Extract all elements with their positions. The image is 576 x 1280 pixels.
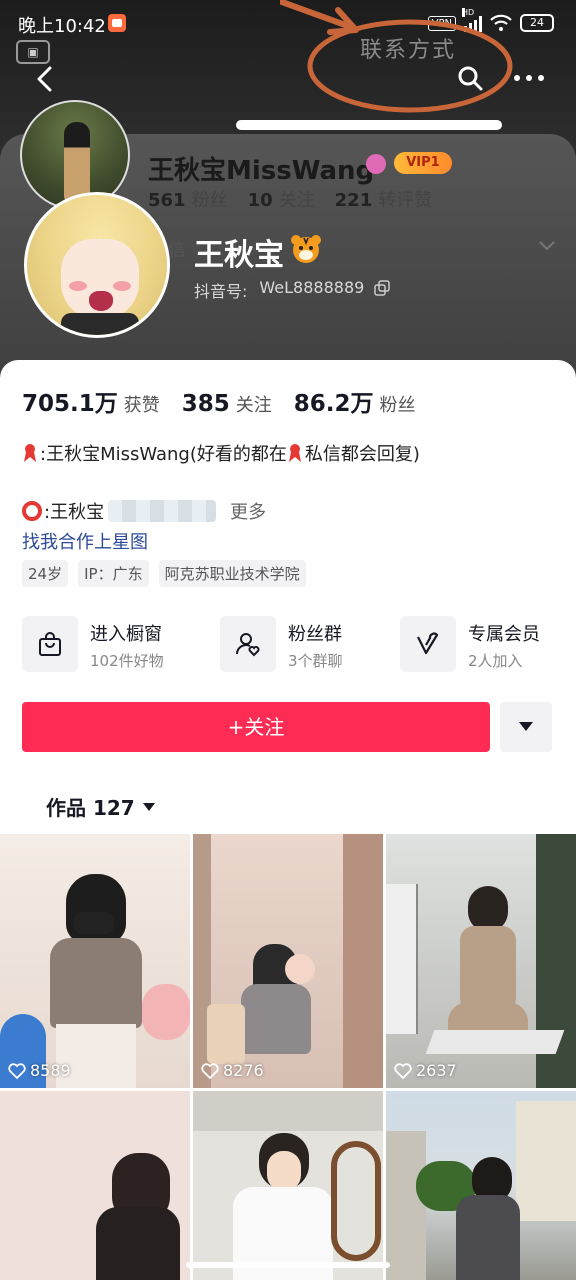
profile-header: 晚上10:42 VPN HD 24 ▣ 联系方式 王秋宝MissWang VIP… [0,0,576,380]
heart-icon [8,1062,26,1079]
vip-badge: VIP1 [394,152,452,174]
overlay-stat: 221 转评赞 [334,190,433,211]
tag-ip: IP：广东 [78,560,149,587]
bio-line: :王秋宝MissWang(好看的都在 私信都会回复) [22,440,420,466]
bio-text: :王秋宝MissWang(好看的都在 [40,444,287,465]
video-thumbnail[interactable] [0,1091,190,1280]
star-map-link[interactable]: 找我合作上星图 [22,528,148,554]
tab-works[interactable]: 作品 127 [46,792,155,821]
blurred-text [108,500,217,522]
ribbon-icon [288,444,301,462]
profile-name: 王秋宝 [194,238,284,273]
overlay-stat: 10 关注 [247,190,315,211]
shortcut-title: 专属会员 [468,624,540,645]
back-button[interactable] [30,62,60,96]
stat-following-value[interactable]: 385 [182,391,230,417]
stat-followers-value[interactable]: 86.2万 [294,384,374,418]
bio-more-link[interactable]: 更多 [230,498,266,524]
ribbon-icon [24,444,36,462]
overlay-stats: 561粉丝 10关注 221转评赞 [148,186,432,212]
profile-shortcuts: 进入橱窗 102件好物 粉丝群 3个群聊 专属会员 2人加入 [22,616,562,676]
shortcut-subtitle: 102件好物 [90,652,164,670]
tab-works-label: 作品 127 [46,796,135,820]
shortcut-subtitle: 2人加入 [468,652,523,670]
video-thumbnail[interactable]: 8276 [193,834,383,1088]
tag-age: 24岁 [22,560,69,587]
fan-group-icon [220,616,276,672]
annotation-circle-icon [307,19,513,113]
stat-likes-label[interactable]: 获赞 [124,391,160,417]
shortcut-title: 进入橱窗 [90,624,162,645]
douyin-id: 抖音号: WeL8888889 [194,278,364,302]
home-indicator[interactable] [186,1262,390,1268]
caret-down-icon [142,802,155,811]
shopping-bag-icon [22,616,78,672]
bio-line: :王秋宝 更多 [22,498,266,524]
recommend-dropdown-button[interactable] [500,702,552,752]
search-button[interactable] [456,64,484,92]
red-circle-icon [22,501,42,521]
more-options-button[interactable] [514,70,548,86]
video-likes: 8589 [8,1061,71,1080]
avatar[interactable] [24,192,170,338]
stat-followers-label[interactable]: 粉丝 [380,391,416,417]
bio-text: :王秋宝 [44,502,105,523]
shortcut-subtitle: 3个群聊 [288,652,343,670]
app-shortcut-icon: ▣ [16,40,50,64]
heart-icon [201,1062,219,1079]
chevron-down-icon[interactable] [538,240,556,252]
screen-record-icon [108,14,126,32]
video-thumbnail[interactable]: 2637 [386,834,576,1088]
video-likes: 2637 [394,1061,457,1080]
video-likes: 8276 [201,1061,264,1080]
status-time: 晚上10:42 [18,16,106,37]
overlay-name: 王秋宝MissWang [148,156,375,186]
video-thumbnail[interactable]: 8589 [0,834,190,1088]
profile-stats: 705.1万 获赞 385 关注 86.2万 粉丝 [22,384,438,418]
video-thumbnail[interactable] [386,1091,576,1280]
overlay-badge-icon [366,154,386,174]
video-thumbnail[interactable] [193,1091,383,1280]
drawer-handle[interactable] [236,120,502,130]
copy-icon[interactable] [374,280,390,296]
douyin-id-label: 抖音号: [194,282,248,301]
profile-info-card: 705.1万 获赞 385 关注 86.2万 粉丝 :王秋宝MissWang(好… [0,360,576,836]
bio-text-tail: 私信都会回复) [304,444,420,465]
tag-school[interactable]: 阿克苏职业技术学院 [158,560,306,587]
douyin-id-value: WeL8888889 [259,278,365,297]
heart-icon [394,1062,412,1079]
video-grid: 8589 8276 2637 [0,834,576,1280]
follow-button[interactable]: +关注 [22,702,490,752]
stat-following-label[interactable]: 关注 [236,391,272,417]
tiger-emoji-icon [291,235,321,263]
shortcut-title: 粉丝群 [288,624,342,645]
profile-tags: 24岁 IP：广东 阿克苏职业技术学院 [22,560,306,587]
membership-v-icon [400,616,456,672]
stat-likes-value[interactable]: 705.1万 [22,384,118,418]
battery-icon: 24 [520,14,554,32]
